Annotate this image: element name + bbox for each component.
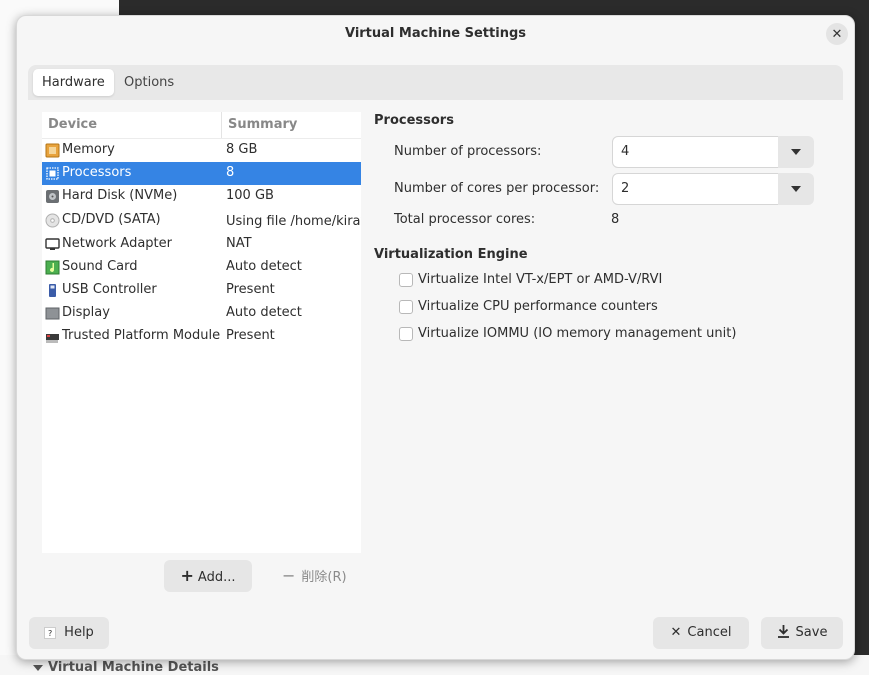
device-summary: Present [226,282,275,297]
display-icon [45,307,60,320]
device-name: CD/DVD (SATA) [62,212,161,227]
device-summary: Auto detect [226,259,302,274]
download-icon [777,625,789,638]
minus-icon: − [282,566,296,585]
close-icon: ✕ [831,26,843,42]
column-divider [221,112,222,138]
chevron-down-icon [791,149,801,155]
hard-disk-icon [46,190,59,203]
save-button[interactable]: Save [761,617,843,649]
tpm-icon [46,334,59,343]
add-device-button[interactable]: + Add... [164,560,252,592]
virtualization-section-title: Virtualization Engine [374,247,528,262]
vtx-label[interactable]: Virtualize Intel VT-x/EPT or AMD-V/RVI [418,272,662,287]
cores-per-processor-combo[interactable]: 2 [612,173,814,205]
cd-dvd-icon [45,213,60,228]
perf-counters-label[interactable]: Virtualize CPU performance counters [418,299,658,314]
iommu-label[interactable]: Virtualize IOMMU (IO memory management u… [418,326,736,341]
memory-icon [45,143,60,158]
column-header-device[interactable]: Device [48,112,97,138]
iommu-checkbox[interactable] [399,327,413,341]
column-header-summary[interactable]: Summary [228,112,297,138]
close-icon: ✕ [670,625,682,640]
device-row-usb-controller[interactable]: USB Controller Present [42,279,361,302]
usb-icon [49,284,56,297]
tab-bar: Hardware Options [28,65,843,100]
cores-per-processor-entry[interactable]: 2 [612,173,779,205]
remove-label: 削除(R) [301,570,347,585]
help-button[interactable]: ? Help [29,617,109,649]
total-cores-label: Total processor cores: [394,212,536,227]
device-name: Display [62,305,110,320]
dialog-title: Virtual Machine Settings [344,26,526,41]
vtx-checkbox[interactable] [399,273,413,287]
plus-icon: + [180,566,194,585]
cancel-label: Cancel [687,625,732,640]
device-row-sound-card[interactable]: Sound Card Auto detect [42,256,361,279]
device-summary: 100 GB [226,188,274,203]
vm-details-expander[interactable]: Virtual Machine Details [33,660,219,675]
tab-options[interactable]: Options [115,69,183,96]
device-summary: 8 GB [226,142,258,157]
device-row-processors[interactable]: Processors 8 [42,162,361,185]
cores-dropdown-button[interactable] [778,173,814,205]
device-name: Hard Disk (NVMe) [62,188,178,203]
vm-settings-dialog: Virtual Machine Settings ✕ Hardware Opti… [16,15,855,660]
sound-card-icon [45,260,60,275]
device-row-memory[interactable]: Memory 8 GB [42,139,361,162]
device-row-network-adapter[interactable]: Network Adapter NAT [42,233,361,256]
num-processors-dropdown-button[interactable] [778,136,814,168]
device-summary: NAT [226,236,252,251]
device-name: USB Controller [62,282,157,297]
processors-section-title: Processors [374,113,454,128]
device-summary: Present [226,328,275,343]
device-list: Device Summary Memory 8 GB Processors 8 … [42,112,361,553]
processor-icon [46,167,59,180]
num-processors-combo[interactable]: 4 [612,136,814,168]
cores-per-processor-label: Number of cores per processor: [394,181,600,196]
device-row-cd-dvd[interactable]: CD/DVD (SATA) Using file /home/kiray [42,209,361,232]
perf-counters-checkbox[interactable] [399,300,413,314]
save-label: Save [795,625,828,640]
device-row-display[interactable]: Display Auto detect [42,302,361,325]
device-summary: Using file /home/kiray [226,214,361,229]
total-cores-value: 8 [611,212,620,227]
device-summary: Auto detect [226,305,302,320]
vm-details-label: Virtual Machine Details [48,660,219,675]
help-label: Help [64,625,94,640]
device-name: Processors [62,165,132,180]
add-label: Add... [197,570,236,585]
device-row-tpm[interactable]: Trusted Platform Module Present [42,325,361,348]
device-summary: 8 [226,165,235,180]
network-adapter-icon [45,238,60,250]
device-name: Trusted Platform Module [62,328,221,343]
device-name: Network Adapter [62,236,172,251]
device-row-hard-disk[interactable]: Hard Disk (NVMe) 100 GB [42,185,361,208]
chevron-down-icon [791,186,801,192]
tab-hardware[interactable]: Hardware [33,69,114,96]
device-name: Memory [62,142,115,157]
expander-arrow-icon [33,664,43,671]
close-button[interactable]: ✕ [826,23,848,45]
num-processors-entry[interactable]: 4 [612,136,779,168]
help-icon: ? [44,626,57,639]
cancel-button[interactable]: ✕ Cancel [653,617,749,649]
remove-device-button[interactable]: − 削除(R) [282,560,347,592]
device-name: Sound Card [62,259,138,274]
num-processors-label: Number of processors: [394,144,542,159]
